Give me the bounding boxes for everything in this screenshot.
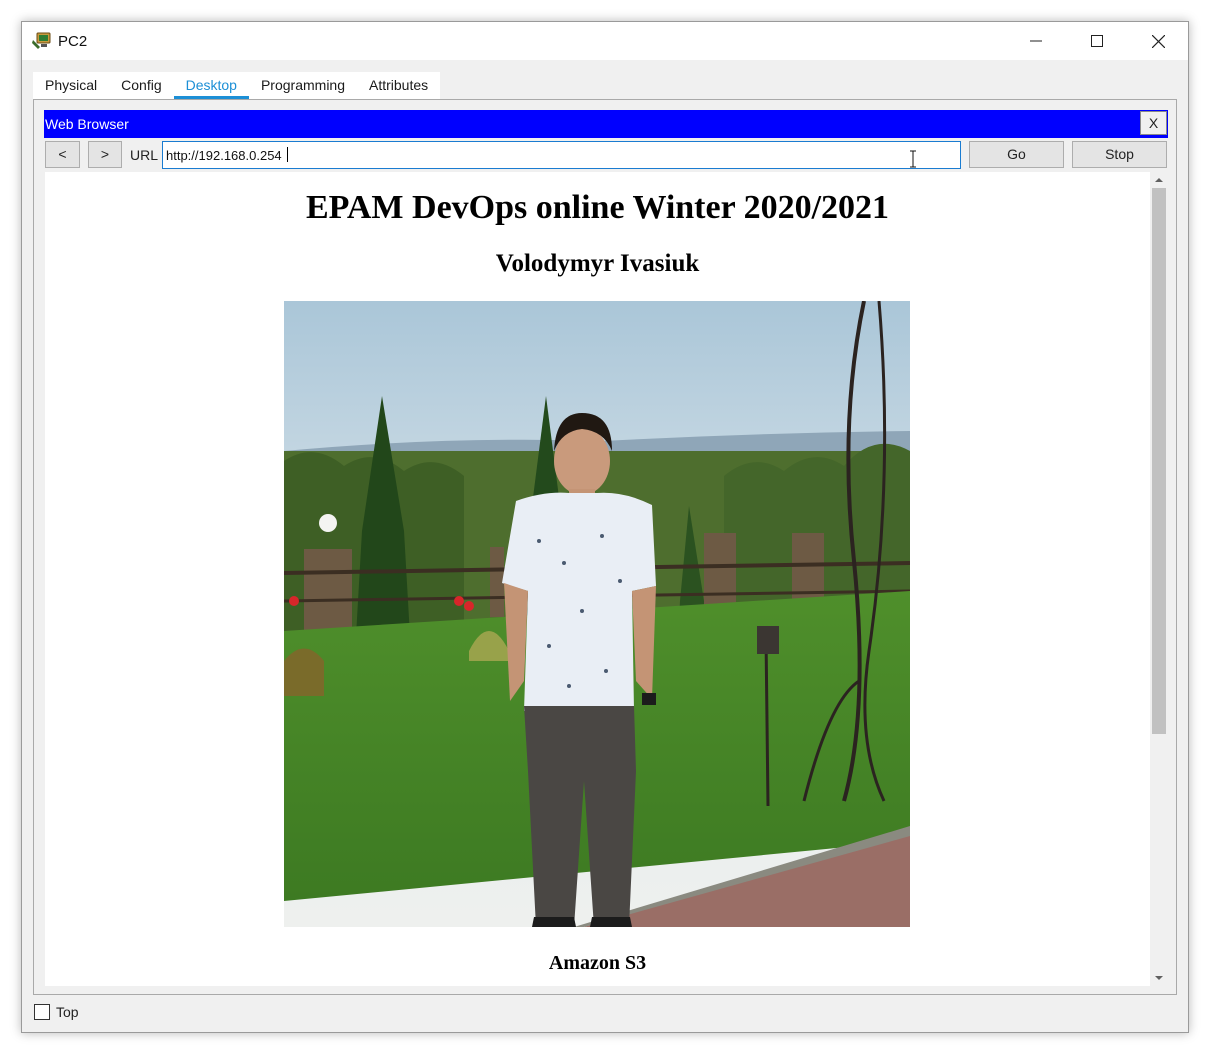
vertical-scrollbar[interactable]	[1150, 172, 1168, 986]
app-window: PC2 Physical Config Desktop Programming …	[21, 21, 1189, 1033]
web-browser-title: Web Browser	[45, 116, 129, 132]
page-heading: EPAM DevOps online Winter 2020/2021	[305, 189, 890, 226]
ibeam-cursor-icon	[909, 150, 917, 168]
portrait-photo	[284, 301, 910, 927]
web-browser-title-bar: Web Browser X	[44, 110, 1168, 138]
forward-button[interactable]: >	[88, 141, 122, 168]
tab-bar: Physical Config Desktop Programming Attr…	[33, 72, 441, 99]
close-icon[interactable]	[1128, 22, 1188, 60]
tab-programming[interactable]: Programming	[249, 72, 357, 99]
tab-desktop[interactable]: Desktop	[173, 72, 250, 99]
page-subheading: Volodymyr Ivasiuk	[495, 250, 700, 277]
page-caption: Amazon S3	[548, 952, 647, 974]
desktop-panel: Web Browser X < > URL Go Stop EPAM DevOp…	[33, 99, 1177, 995]
url-label: URL	[130, 147, 159, 163]
text-caret	[287, 147, 288, 162]
window-title: PC2	[58, 33, 88, 50]
scrollbar-thumb[interactable]	[1152, 188, 1166, 734]
browser-viewport[interactable]: EPAM DevOps online Winter 2020/2021 Volo…	[45, 172, 1150, 986]
top-checkbox[interactable]	[34, 1004, 50, 1020]
top-checkbox-label[interactable]: Top	[56, 1004, 79, 1020]
tab-physical[interactable]: Physical	[33, 72, 109, 99]
browser-close-button[interactable]: X	[1140, 111, 1167, 135]
maximize-icon[interactable]	[1067, 22, 1127, 60]
minimize-icon[interactable]	[1006, 22, 1066, 60]
pc-app-icon	[31, 31, 53, 51]
tab-attributes[interactable]: Attributes	[357, 72, 440, 99]
go-button[interactable]: Go	[969, 141, 1064, 168]
back-button[interactable]: <	[45, 141, 80, 168]
title-bar[interactable]: PC2	[22, 22, 1188, 60]
scroll-down-icon[interactable]	[1150, 970, 1168, 986]
tab-config[interactable]: Config	[109, 72, 173, 99]
stop-button[interactable]: Stop	[1072, 141, 1167, 168]
scroll-up-icon[interactable]	[1150, 172, 1168, 188]
url-input[interactable]	[162, 141, 961, 169]
